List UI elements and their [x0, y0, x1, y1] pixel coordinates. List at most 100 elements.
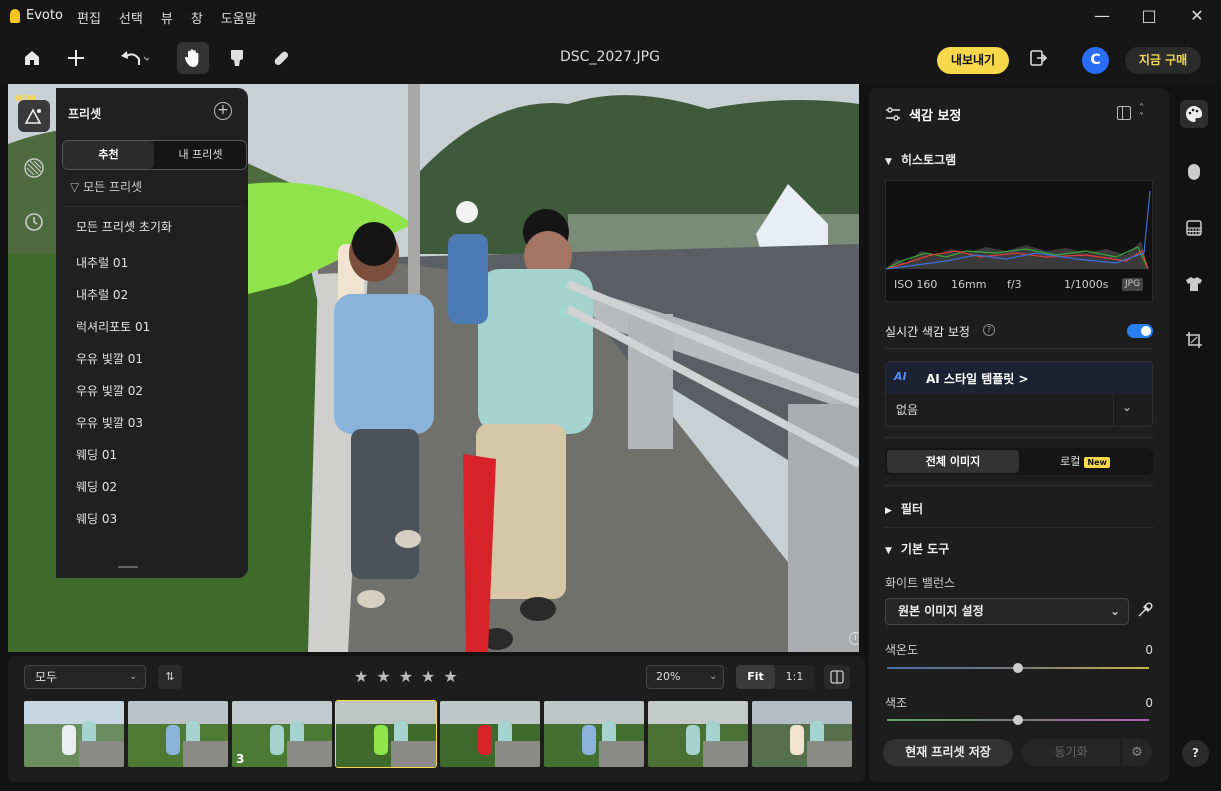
filter-header[interactable]: ▶ 필터: [885, 500, 923, 517]
thumbnail[interactable]: [128, 701, 228, 767]
list-item[interactable]: 우유 빛깔 02: [76, 382, 143, 399]
star-icon[interactable]: ★: [354, 667, 368, 686]
thumbnail[interactable]: 3: [232, 701, 332, 767]
list-item[interactable]: 럭셔리포토 01: [76, 318, 150, 335]
chevron-down-icon[interactable]: ⌄: [1122, 400, 1132, 414]
fit-toggle: Fit 1:1: [736, 665, 814, 689]
preset-icon[interactable]: [18, 100, 50, 132]
realtime-toggle[interactable]: [1127, 324, 1153, 338]
tab-local-label: 로컬: [1060, 455, 1081, 468]
close-icon[interactable]: ✕: [1185, 4, 1209, 28]
divider: [885, 485, 1153, 486]
zoom-select[interactable]: 20% ⌄: [646, 665, 724, 689]
presets-panel: 프리셋 + 추천 내 프리셋 ▽ 모든 프리셋 모든 프리셋 초기화 내추럴 0…: [56, 88, 248, 578]
thumbnail[interactable]: [440, 701, 540, 767]
tab-local[interactable]: 로컬 New: [1019, 450, 1151, 473]
undo-icon[interactable]: [112, 42, 156, 74]
layout-icon[interactable]: [1117, 106, 1131, 120]
list-item[interactable]: 웨딩 01: [76, 446, 117, 463]
slider-thumb[interactable]: [1013, 715, 1023, 725]
filmstrip: 모두 ⌄ ⇅ ★ ★ ★ ★ ★ 20% ⌄ Fit 1:1 3: [8, 656, 865, 782]
clothing-icon[interactable]: [1180, 270, 1208, 298]
star-icon[interactable]: ★: [376, 667, 390, 686]
menu-select[interactable]: 선택: [119, 8, 143, 27]
tint-slider[interactable]: [887, 715, 1149, 725]
one-to-one-button[interactable]: 1:1: [775, 665, 814, 689]
palette-icon[interactable]: [1180, 100, 1208, 128]
list-item[interactable]: 우유 빛깔 01: [76, 350, 143, 367]
filmstrip-filter-select[interactable]: 모두 ⌄: [24, 665, 146, 689]
minimize-icon[interactable]: —: [1090, 4, 1114, 28]
preset-tabs: 추천 내 프리셋: [62, 140, 247, 170]
sort-icon[interactable]: ⇅: [158, 665, 182, 689]
crop-icon[interactable]: [1180, 326, 1208, 354]
add-icon[interactable]: [60, 42, 92, 74]
tab-my-presets[interactable]: 내 프리셋: [155, 141, 246, 169]
exit-panel-icon[interactable]: [1022, 42, 1054, 74]
save-preset-button[interactable]: 현재 프리셋 저장: [883, 739, 1013, 766]
list-item[interactable]: 웨딩 02: [76, 478, 117, 495]
basic-tools-header[interactable]: ▼ 기본 도구: [885, 540, 949, 557]
help-button[interactable]: ?: [1182, 740, 1209, 767]
texture-icon[interactable]: [18, 152, 50, 184]
white-balance-select[interactable]: 원본 이미지 설정 ⌄: [885, 598, 1129, 625]
format-badge: JPG: [1122, 278, 1144, 291]
eyedropper-icon[interactable]: [1137, 602, 1153, 621]
compare-icon[interactable]: [824, 665, 850, 689]
list-item[interactable]: 우유 빛깔 03: [76, 414, 143, 431]
buy-now-button[interactable]: 지금 구매: [1125, 47, 1201, 74]
export-button[interactable]: 내보내기: [937, 47, 1009, 74]
title-bar: Evoto 편집 선택 뷰 창 도움말 — □ ✕: [0, 0, 1221, 32]
scope-tabs: 전체 이미지 로컬 New: [885, 448, 1153, 475]
menu-edit[interactable]: 편집: [77, 8, 101, 27]
star-icon[interactable]: ★: [443, 667, 457, 686]
add-preset-icon[interactable]: +: [214, 102, 232, 120]
preset-filter[interactable]: ▽ 모든 프리셋: [70, 178, 142, 195]
list-item[interactable]: 내추럴 01: [76, 254, 128, 271]
face-icon[interactable]: [1180, 158, 1208, 186]
tab-entire-image[interactable]: 전체 이미지: [887, 450, 1019, 473]
divider: [885, 437, 1153, 438]
filmstrip-filter-value: 모두: [35, 670, 58, 684]
thumbnail[interactable]: [335, 700, 437, 768]
new-badge: New: [1084, 457, 1110, 468]
background-icon[interactable]: [1180, 214, 1208, 242]
sync-button[interactable]: 동기화: [1022, 739, 1120, 766]
gear-icon[interactable]: ⚙: [1122, 739, 1152, 766]
ai-template-header[interactable]: AI AI 스타일 템플릿 >: [886, 362, 1152, 394]
bandage-icon[interactable]: [265, 42, 297, 74]
brush-tool-icon[interactable]: [221, 42, 253, 74]
thumbnail[interactable]: [544, 701, 644, 767]
home-icon[interactable]: [16, 42, 48, 74]
collapse-icon[interactable]: ˄ ˅: [1139, 104, 1144, 123]
tab-recommended[interactable]: 추천: [63, 141, 154, 169]
list-item[interactable]: 내추럴 02: [76, 286, 128, 303]
ai-template-value[interactable]: 없음: [886, 394, 1114, 426]
menu-help[interactable]: 도움말: [221, 8, 257, 27]
thumbnail[interactable]: [752, 701, 852, 767]
slider-thumb[interactable]: [1013, 663, 1023, 673]
maximize-icon[interactable]: □: [1137, 4, 1161, 28]
histogram-header[interactable]: ▼ 히스토그램: [885, 151, 956, 168]
divider: [1113, 394, 1114, 426]
slider-value: 0: [1145, 643, 1153, 657]
hand-tool-icon[interactable]: [177, 42, 209, 74]
avatar[interactable]: C: [1082, 47, 1109, 74]
star-icon[interactable]: ★: [399, 667, 413, 686]
fit-button[interactable]: Fit: [736, 665, 775, 689]
star-rating: ★ ★ ★ ★ ★: [354, 667, 458, 686]
resize-handle[interactable]: [118, 566, 138, 568]
thumbnail[interactable]: [24, 701, 124, 767]
menu-view[interactable]: 뷰: [161, 8, 173, 27]
star-icon[interactable]: ★: [421, 667, 435, 686]
ai-template-label: AI 스타일 템플릿 >: [926, 372, 1029, 386]
menu-window[interactable]: 창: [191, 8, 203, 27]
info-icon[interactable]: i: [849, 632, 859, 645]
help-circle-icon[interactable]: ?: [983, 324, 995, 336]
list-item[interactable]: 웨딩 03: [76, 510, 117, 527]
thumbnail[interactable]: [648, 701, 748, 767]
list-item[interactable]: 모든 프리셋 초기화: [76, 218, 172, 235]
history-icon[interactable]: [18, 206, 50, 238]
slider-label: 색조: [885, 696, 908, 710]
color-temp-slider[interactable]: [887, 663, 1149, 673]
